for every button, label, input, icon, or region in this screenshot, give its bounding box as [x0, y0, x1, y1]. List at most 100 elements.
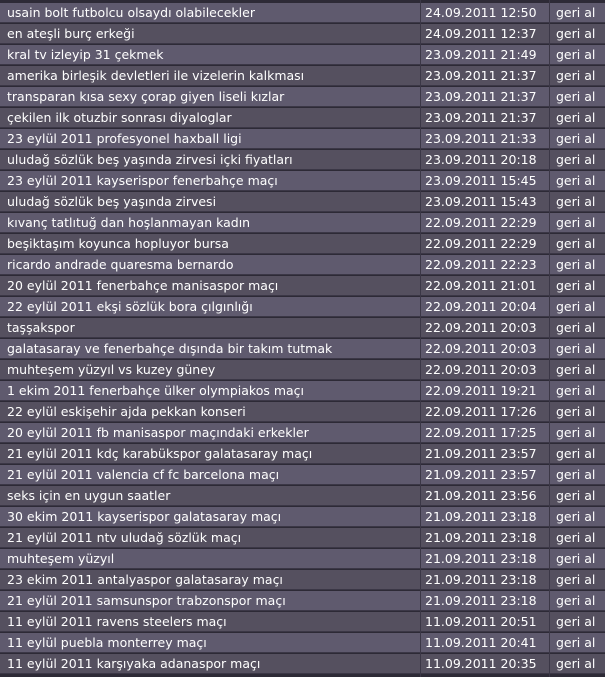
entry-title-link[interactable]: çekilen ilk otuzbir sonrası diyaloglar	[7, 110, 232, 125]
entry-title-link[interactable]: uludağ sözlük beş yaşında zirvesi içki f…	[7, 152, 293, 167]
undo-link[interactable]: geri al	[556, 68, 595, 83]
entry-title-link[interactable]: taşşakspor	[7, 320, 75, 335]
entry-date: 23.09.2011 21:33	[421, 129, 549, 149]
entry-title-cell: taşşakspor	[0, 318, 420, 338]
entry-title-link[interactable]: 22 eylül 2011 ekşi sözlük bora çılgınlığ…	[7, 299, 253, 314]
entry-title-cell: seks için en uygun saatler	[0, 486, 420, 506]
entry-title-link[interactable]: 20 eylül 2011 fenerbahçe manisaspor maçı	[7, 278, 278, 293]
table-row: muhteşem yüzyıl vs kuzey güney 22.09.2011…	[0, 360, 605, 381]
undo-cell: geri al	[550, 654, 605, 674]
entry-title-cell: beşiktaşım koyunca hopluyor bursa	[0, 234, 420, 254]
undo-link[interactable]: geri al	[556, 278, 595, 293]
undo-link[interactable]: geri al	[556, 488, 595, 503]
entry-date: 22.09.2011 19:21	[421, 381, 549, 401]
entry-date: 22.09.2011 21:01	[421, 276, 549, 296]
undo-link[interactable]: geri al	[556, 26, 595, 41]
entry-title-link[interactable]: 21 eylül 2011 samsunspor trabzonspor maç…	[7, 593, 286, 608]
table-row: 30 ekim 2011 kayserispor galatasaray maç…	[0, 507, 605, 528]
undo-cell: geri al	[550, 465, 605, 485]
entry-title-cell: 1 ekim 2011 fenerbahçe ülker olympiakos …	[0, 381, 420, 401]
entry-title-link[interactable]: seks için en uygun saatler	[7, 488, 170, 503]
entry-title-link[interactable]: 23 eylül 2011 profesyonel haxball ligi	[7, 131, 242, 146]
undo-link[interactable]: geri al	[556, 215, 595, 230]
undo-link[interactable]: geri al	[556, 551, 595, 566]
undo-link[interactable]: geri al	[556, 635, 595, 650]
undo-link[interactable]: geri al	[556, 236, 595, 251]
undo-link[interactable]: geri al	[556, 5, 595, 20]
table-row: 11 eylül 2011 karşıyaka adanaspor maçı 11…	[0, 654, 605, 675]
entry-title-link[interactable]: transparan kısa sexy çorap giyen liseli …	[7, 89, 284, 104]
undo-link[interactable]: geri al	[556, 173, 595, 188]
entry-title-link[interactable]: uludağ sözlük beş yaşında zirvesi	[7, 194, 216, 209]
table-row: 23 eylül 2011 kayserispor fenerbahçe maç…	[0, 171, 605, 192]
entry-title-link[interactable]: 11 eylül 2011 ravens steelers maçı	[7, 614, 227, 629]
table-row: uludağ sözlük beş yaşında zirvesi 23.09.2…	[0, 192, 605, 213]
entry-title-link[interactable]: 23 eylül 2011 kayserispor fenerbahçe maç…	[7, 173, 278, 188]
entry-title-link[interactable]: beşiktaşım koyunca hopluyor bursa	[7, 236, 229, 251]
entry-date: 23.09.2011 15:43	[421, 192, 549, 212]
undo-link[interactable]: geri al	[556, 425, 595, 440]
entry-title-link[interactable]: ricardo andrade quaresma bernardo	[7, 257, 234, 272]
entry-title-link[interactable]: 22 eylül eskişehir ajda pekkan konseri	[7, 404, 246, 419]
entry-date: 11.09.2011 20:41	[421, 633, 549, 653]
entry-title-link[interactable]: galatasaray ve fenerbahçe dışında bir ta…	[7, 341, 332, 356]
undo-link[interactable]: geri al	[556, 446, 595, 461]
undo-link[interactable]: geri al	[556, 341, 595, 356]
entry-title-link[interactable]: 23 ekim 2011 antalyaspor galatasaray maç…	[7, 572, 283, 587]
undo-link[interactable]: geri al	[556, 509, 595, 524]
undo-link[interactable]: geri al	[556, 656, 595, 671]
entry-title-link[interactable]: amerika birleşik devletleri ile vizeleri…	[7, 68, 304, 83]
undo-link[interactable]: geri al	[556, 257, 595, 272]
undo-cell: geri al	[550, 570, 605, 590]
entry-title-link[interactable]: kral tv izleyip 31 çekmek	[7, 47, 164, 62]
entry-title-link[interactable]: 21 eylül 2011 valencia cf fc barcelona m…	[7, 467, 279, 482]
undo-link[interactable]: geri al	[556, 383, 595, 398]
entry-title-link[interactable]: 21 eylül 2011 ntv uludağ sözlük maçı	[7, 530, 241, 545]
table-row: kıvanç tatlıtuğ dan hoşlanmayan kadın 22.…	[0, 213, 605, 234]
entry-date: 21.09.2011 23:57	[421, 444, 549, 464]
entry-date: 21.09.2011 23:57	[421, 465, 549, 485]
entry-title-cell: 23 ekim 2011 antalyaspor galatasaray maç…	[0, 570, 420, 590]
table-row: ricardo andrade quaresma bernardo 22.09.2…	[0, 255, 605, 276]
undo-cell: geri al	[550, 129, 605, 149]
undo-cell: geri al	[550, 360, 605, 380]
undo-link[interactable]: geri al	[556, 89, 595, 104]
entry-date: 24.09.2011 12:37	[421, 24, 549, 44]
undo-link[interactable]: geri al	[556, 194, 595, 209]
entry-title-link[interactable]: usain bolt futbolcu olsaydı olabilecekle…	[7, 5, 255, 20]
entry-title-link[interactable]: 21 eylül 2011 kdç karabükspor galatasara…	[7, 446, 312, 461]
entry-title-link[interactable]: 11 eylül puebla monterrey maçı	[7, 635, 207, 650]
undo-link[interactable]: geri al	[556, 467, 595, 482]
undo-cell: geri al	[550, 318, 605, 338]
entry-title-link[interactable]: en ateşli burç erkeği	[7, 26, 135, 41]
entry-title-link[interactable]: kıvanç tatlıtuğ dan hoşlanmayan kadın	[7, 215, 250, 230]
undo-link[interactable]: geri al	[556, 614, 595, 629]
undo-link[interactable]: geri al	[556, 131, 595, 146]
entry-date: 21.09.2011 23:18	[421, 528, 549, 548]
table-row: 21 eylül 2011 samsunspor trabzonspor maç…	[0, 591, 605, 612]
undo-link[interactable]: geri al	[556, 362, 595, 377]
entry-title-link[interactable]: 30 ekim 2011 kayserispor galatasaray maç…	[7, 509, 281, 524]
undo-cell: geri al	[550, 87, 605, 107]
undo-link[interactable]: geri al	[556, 404, 595, 419]
undo-link[interactable]: geri al	[556, 110, 595, 125]
undo-cell: geri al	[550, 528, 605, 548]
table-row: uludağ sözlük beş yaşında zirvesi içki f…	[0, 150, 605, 171]
entry-title-link[interactable]: muhteşem yüzyıl vs kuzey güney	[7, 362, 215, 377]
entry-title-link[interactable]: 20 eylül 2011 fb manisaspor maçındaki er…	[7, 425, 309, 440]
entry-title-link[interactable]: 1 ekim 2011 fenerbahçe ülker olympiakos …	[7, 383, 304, 398]
undo-link[interactable]: geri al	[556, 530, 595, 545]
entry-title-link[interactable]: muhteşem yüzyıl	[7, 551, 114, 566]
entry-title-cell: usain bolt futbolcu olsaydı olabilecekle…	[0, 3, 420, 23]
entry-title-cell: çekilen ilk otuzbir sonrası diyaloglar	[0, 108, 420, 128]
undo-link[interactable]: geri al	[556, 47, 595, 62]
entry-title-cell: galatasaray ve fenerbahçe dışında bir ta…	[0, 339, 420, 359]
undo-link[interactable]: geri al	[556, 572, 595, 587]
undo-cell: geri al	[550, 45, 605, 65]
undo-link[interactable]: geri al	[556, 320, 595, 335]
undo-cell: geri al	[550, 192, 605, 212]
undo-link[interactable]: geri al	[556, 152, 595, 167]
undo-link[interactable]: geri al	[556, 299, 595, 314]
entry-title-link[interactable]: 11 eylül 2011 karşıyaka adanaspor maçı	[7, 656, 260, 671]
undo-link[interactable]: geri al	[556, 593, 595, 608]
